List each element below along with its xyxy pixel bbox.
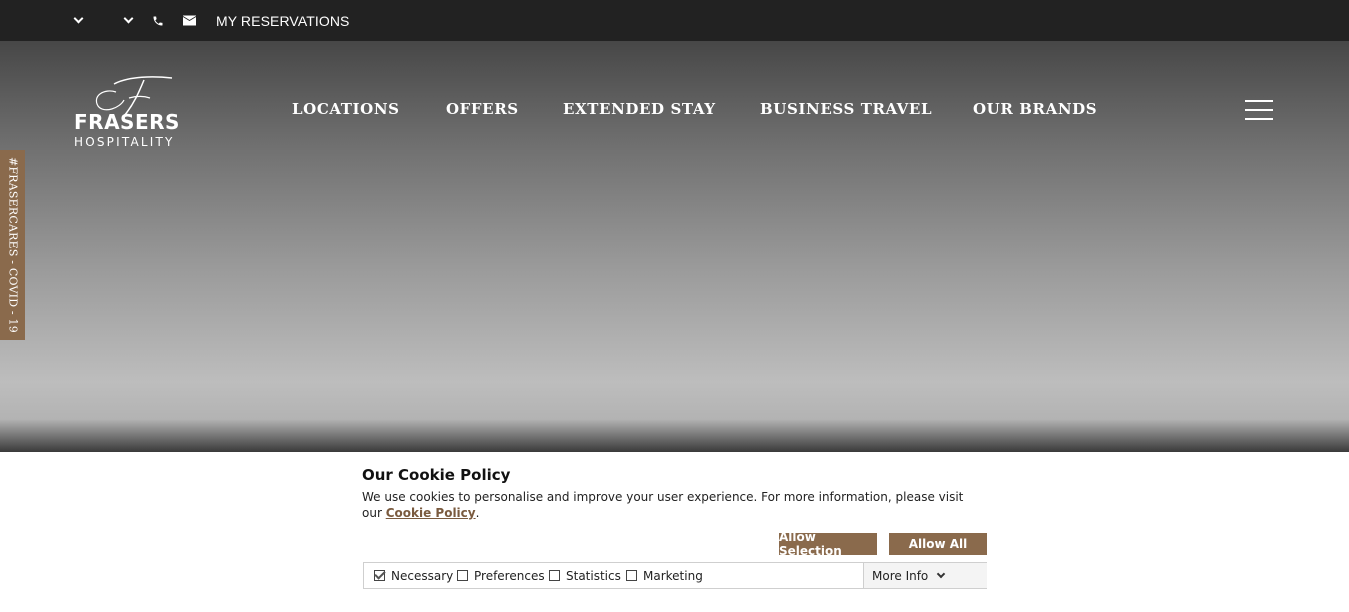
- covid-side-tab-label: #FRASERCARES - COVID - 19: [6, 157, 20, 333]
- more-info-toggle[interactable]: More Info: [863, 563, 987, 588]
- nav-item-business-travel[interactable]: BUSINESS TRAVEL: [760, 100, 932, 118]
- checkbox-marketing[interactable]: [626, 570, 637, 581]
- top-utility-bar: MY RESERVATIONS: [0, 0, 1349, 41]
- cookie-option-statistics[interactable]: Statistics: [549, 563, 621, 588]
- cookie-consent-panel: Our Cookie Policy We use cookies to pers…: [0, 452, 1349, 612]
- checkbox-preferences[interactable]: [457, 570, 468, 581]
- cookie-option-marketing[interactable]: Marketing: [626, 563, 703, 588]
- email-button[interactable]: [183, 0, 196, 41]
- more-info-label: More Info: [872, 568, 929, 583]
- cookie-title: Our Cookie Policy: [362, 466, 511, 484]
- hamburger-icon[interactable]: [1245, 100, 1273, 120]
- cookie-option-label: Necessary: [391, 568, 454, 583]
- chevron-down-icon: [123, 13, 134, 24]
- allow-selection-button[interactable]: Allow Selection: [779, 530, 877, 558]
- nav-item-locations[interactable]: LOCATIONS: [292, 100, 400, 118]
- chevron-down-icon: [937, 569, 946, 578]
- covid-side-tab[interactable]: #FRASERCARES - COVID - 19: [0, 150, 25, 340]
- phone-icon: [153, 16, 163, 25]
- cookie-option-preferences[interactable]: Preferences: [457, 563, 545, 588]
- cookie-description-end: .: [475, 506, 480, 520]
- checkbox-statistics[interactable]: [549, 570, 560, 581]
- chevron-down-icon: [73, 13, 84, 24]
- frasers-hospitality-logo[interactable]: FRASERS HOSPITALITY: [74, 74, 186, 152]
- cookie-description: We use cookies to personalise and improv…: [362, 489, 987, 521]
- phone-button[interactable]: [152, 0, 164, 41]
- nav-item-offers[interactable]: OFFERS: [446, 100, 519, 118]
- brand-name: FRASERS: [74, 110, 180, 134]
- allow-all-button[interactable]: Allow All: [889, 533, 987, 555]
- cookie-option-label: Preferences: [474, 568, 545, 583]
- checkbox-necessary[interactable]: [374, 570, 385, 581]
- currency-dropdown[interactable]: [123, 0, 134, 41]
- cookie-option-label: Statistics: [566, 568, 621, 583]
- nav-item-our-brands[interactable]: OUR BRANDS: [973, 100, 1097, 118]
- nav-item-extended-stay[interactable]: EXTENDED STAY: [563, 100, 716, 118]
- cookie-option-label: Marketing: [643, 568, 703, 583]
- brand-subtitle: HOSPITALITY: [74, 135, 175, 149]
- language-dropdown[interactable]: [73, 0, 84, 41]
- mail-icon: [183, 15, 196, 26]
- cookie-options-bar: Necessary Preferences Statistics Marketi…: [363, 562, 987, 589]
- my-reservations-link[interactable]: MY RESERVATIONS: [216, 0, 350, 41]
- cookie-policy-link[interactable]: Cookie Policy: [386, 506, 476, 520]
- my-reservations-label: MY RESERVATIONS: [216, 12, 350, 29]
- cookie-option-necessary[interactable]: Necessary: [374, 563, 453, 588]
